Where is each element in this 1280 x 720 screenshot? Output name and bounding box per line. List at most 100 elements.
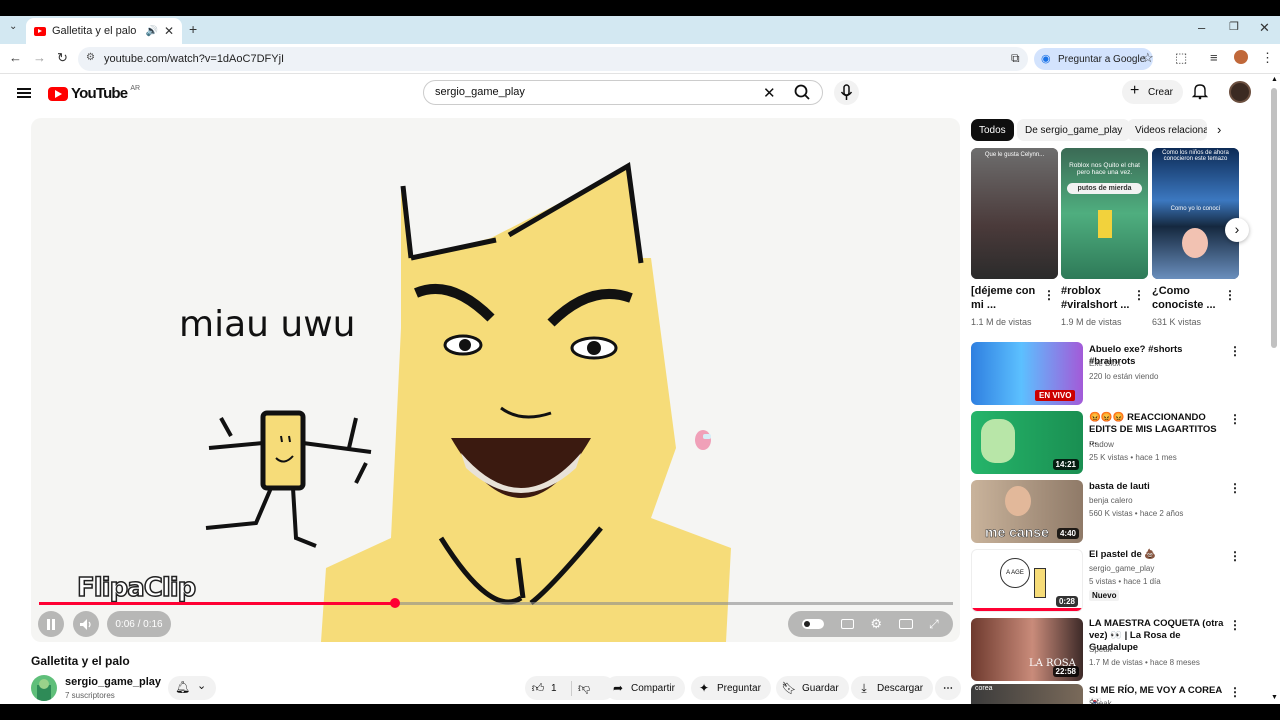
ask-button[interactable]: ✦ Preguntar — [691, 676, 771, 700]
notifications-bell-icon[interactable] — [1191, 82, 1209, 100]
short-thumbnail-1[interactable]: Que le gusta Celynn... — [971, 148, 1058, 279]
rec-4-meta: 5 vistas • hace 1 día — [1089, 577, 1161, 586]
minimize-icon[interactable]: – — [1198, 20, 1205, 35]
media-controls-icon[interactable]: ≡ — [1210, 50, 1218, 65]
short-3-title[interactable]: ¿Como conociste ... — [1152, 284, 1224, 312]
progress-bar[interactable] — [39, 598, 953, 608]
short-3-menu-icon[interactable]: ⋮ — [1224, 288, 1236, 302]
like-icon[interactable]: 👍︎ — [525, 681, 551, 696]
ask-google-label: Preguntar a Google — [1058, 53, 1146, 65]
rec-4-menu-icon[interactable]: ⋮ — [1229, 549, 1241, 563]
install-app-icon[interactable]: ⧉ — [1011, 51, 1020, 66]
restore-icon[interactable]: ❐ — [1229, 20, 1239, 33]
rec-1-channel[interactable]: Exe Blox — [1089, 359, 1121, 368]
download-button[interactable]: ⤓ Descargar — [851, 676, 934, 700]
video-player[interactable]: miau uwu FlipaClip 0:06 / 0:16 ⚙ ⤢ — [31, 118, 960, 642]
rec-5-menu-icon[interactable]: ⋮ — [1229, 618, 1241, 632]
share-label: Compartir — [631, 682, 675, 694]
scroll-down-icon[interactable]: ▼ — [1271, 694, 1278, 701]
profile-avatar[interactable] — [1234, 50, 1248, 64]
more-actions-button[interactable]: ⋯ — [935, 676, 961, 700]
rec-5-meta: 1.7 M de vistas • hace 8 meses — [1089, 658, 1200, 667]
pause-button[interactable] — [38, 611, 64, 637]
video-frame-drawing — [205, 161, 731, 642]
fullscreen-icon[interactable]: ⤢ — [929, 617, 939, 632]
youtube-logo[interactable]: YouTube AR — [48, 85, 140, 102]
settings-gear-icon[interactable]: ⚙ — [870, 616, 882, 632]
ask-google-button[interactable]: ◉ Preguntar a Google — [1034, 48, 1154, 70]
rec-3-channel[interactable]: benja calero — [1089, 496, 1133, 505]
url-text: youtube.com/watch?v=1dAoC7DFYjI — [104, 53, 285, 65]
chip-all[interactable]: Todos — [971, 119, 1014, 141]
tab-search-icon[interactable]: ⌄ — [9, 21, 17, 32]
short-2-label: putos de mierda — [1067, 183, 1142, 194]
chip-from-channel[interactable]: De sergio_game_play — [1017, 119, 1131, 141]
subscription-bell-button[interactable]: 🔔︎ ⌄ — [168, 676, 216, 700]
search-icon[interactable] — [784, 81, 823, 104]
site-info-icon[interactable]: ⚙ — [86, 52, 95, 63]
rec-thumbnail-4[interactable]: A AGE 0:28 — [971, 549, 1083, 612]
autoplay-toggle-icon[interactable] — [802, 619, 825, 629]
short-thumbnail-3[interactable]: Como los niños de ahora conocieron este … — [1152, 148, 1239, 279]
scroll-up-icon[interactable]: ▲ — [1271, 76, 1278, 83]
rec-3-menu-icon[interactable]: ⋮ — [1229, 481, 1241, 495]
new-tab-icon[interactable]: + — [189, 21, 197, 37]
tab-title: Galletita y el palo - YouTube — [52, 25, 139, 37]
url-field[interactable]: ⚙ youtube.com/watch?v=1dAoC7DFYjI — [78, 47, 1028, 71]
short-1-overlay: Que le gusta Celynn... — [984, 152, 1045, 158]
rec-4-channel[interactable]: sergio_game_play — [1089, 564, 1154, 573]
create-button[interactable]: + Crear — [1122, 80, 1184, 104]
short-1-menu-icon[interactable]: ⋮ — [1043, 288, 1055, 302]
shorts-next-chevron-icon[interactable]: › — [1225, 218, 1249, 242]
frog-figure — [981, 419, 1015, 463]
rec-thumbnail-2[interactable]: 14:21 — [971, 411, 1083, 474]
menu-kebab-icon[interactable]: ⋮ — [1261, 50, 1274, 66]
short-3-views: 631 K vistas — [1152, 317, 1202, 327]
rec-6-overlay: corea — [975, 685, 993, 692]
rec-thumbnail-5[interactable]: LA ROSA 22:58 — [971, 618, 1083, 681]
close-window-icon[interactable]: ✕ — [1259, 20, 1270, 36]
search-box[interactable]: sergio_game_play ✕ — [423, 80, 823, 105]
voice-search-button[interactable] — [834, 80, 859, 105]
rec-4-title[interactable]: El pastel de 💩 — [1089, 549, 1225, 561]
short-2-title[interactable]: #roblox #viralshort ... — [1061, 284, 1133, 312]
rec-2-channel[interactable]: Radow — [1089, 440, 1114, 449]
dislike-icon[interactable]: 👎︎ — [570, 680, 597, 696]
volume-button[interactable] — [73, 611, 99, 637]
rec-6-menu-icon[interactable]: ⋮ — [1229, 685, 1241, 699]
forward-icon[interactable]: → — [33, 50, 46, 65]
short-3-sub: Como yo lo conocí — [1170, 206, 1221, 212]
short-thumbnail-2[interactable]: Roblox nos Quito el chat pero hace una v… — [1061, 148, 1148, 279]
short-1-title[interactable]: [déjeme con mi ... — [971, 284, 1043, 312]
short-2-menu-icon[interactable]: ⋮ — [1133, 288, 1145, 302]
rec-3-title[interactable]: basta de lauti — [1089, 481, 1225, 493]
rec-1-menu-icon[interactable]: ⋮ — [1229, 344, 1241, 358]
clear-search-icon[interactable]: ✕ — [763, 84, 776, 102]
bell-icon: 🔔︎ — [175, 680, 191, 694]
rec-2-menu-icon[interactable]: ⋮ — [1229, 412, 1241, 426]
share-button[interactable]: ➦ Compartir — [605, 676, 685, 700]
page-scrollbar[interactable] — [1271, 88, 1277, 348]
chip-related[interactable]: Videos relacionados — [1127, 119, 1207, 141]
subtitles-icon[interactable] — [840, 619, 854, 629]
search-input[interactable]: sergio_game_play — [435, 86, 525, 98]
chips-next-chevron-icon[interactable]: › — [1217, 122, 1221, 137]
rec-3-overlay: me canse — [985, 524, 1049, 541]
theater-mode-icon[interactable] — [898, 619, 913, 629]
rec-thumbnail-6[interactable]: corea — [971, 684, 1083, 704]
menu-hamburger-icon[interactable] — [17, 88, 31, 98]
extensions-icon[interactable]: ⬚ — [1175, 50, 1187, 66]
close-tab-icon[interactable]: ✕ — [164, 24, 174, 38]
save-button[interactable]: 🔖︎ Guardar — [776, 676, 849, 700]
microphone-icon — [840, 84, 853, 100]
channel-avatar[interactable] — [31, 675, 57, 701]
channel-name[interactable]: sergio_game_play — [65, 676, 161, 688]
channel-avatar-image — [37, 679, 51, 701]
back-icon[interactable]: ← — [9, 50, 22, 65]
rec-thumbnail-3[interactable]: me canse 4:40 — [971, 480, 1083, 543]
browser-tab[interactable]: Galletita y el palo - YouTube 🔊 ✕ — [26, 18, 182, 44]
account-avatar[interactable] — [1229, 81, 1251, 103]
rec-5-channel[interactable]: Speak — [1089, 645, 1112, 654]
bookmark-star-icon[interactable]: ☆ — [1142, 50, 1154, 66]
reload-icon[interactable]: ↻ — [57, 50, 68, 66]
